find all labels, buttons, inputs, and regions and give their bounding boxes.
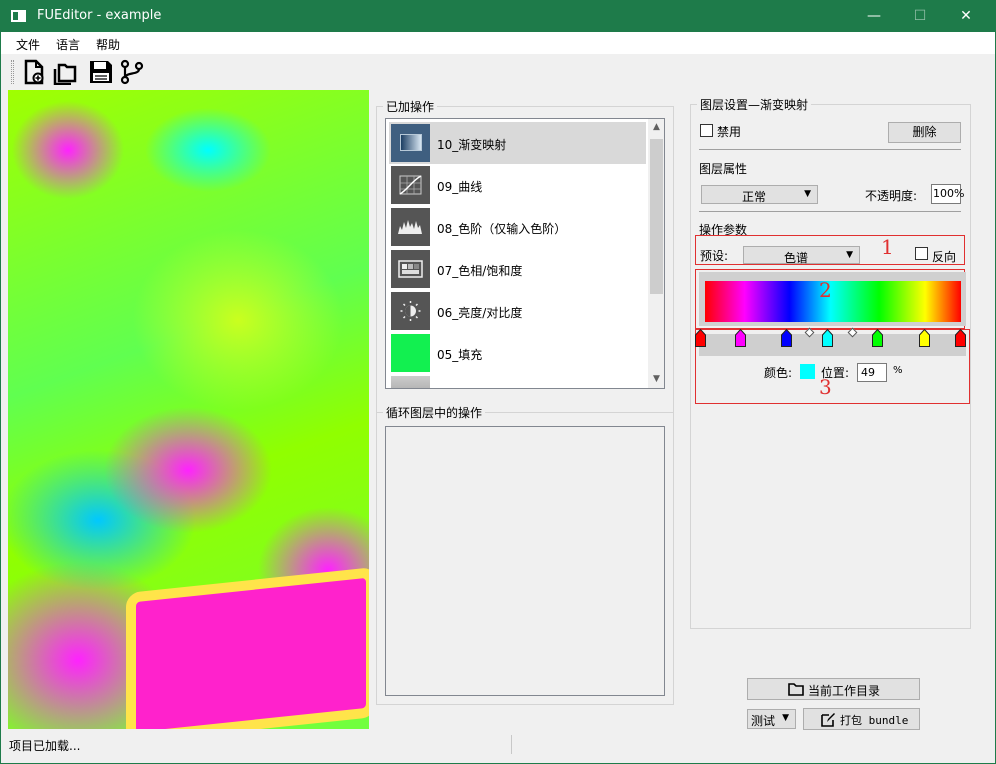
op-label: 08_色阶（仅输入色阶）	[437, 222, 567, 236]
toolbar	[1, 54, 995, 90]
delete-button[interactable]: 删除	[888, 122, 961, 143]
ops-scrollbar[interactable]: ▲ ▼	[648, 119, 664, 388]
gradient-stop[interactable]	[871, 328, 883, 347]
gradient-stop[interactable]	[918, 328, 930, 347]
image-preview[interactable]	[8, 90, 369, 729]
preset-value: 色谱	[784, 251, 809, 265]
fill-icon	[391, 334, 430, 372]
scroll-thumb[interactable]	[650, 139, 663, 294]
branch-icon[interactable]	[119, 59, 145, 85]
list-item[interactable]: 05_填充	[389, 332, 646, 374]
curves-icon	[391, 166, 430, 204]
op-label: 10_渐变映射	[437, 138, 507, 152]
window-title: FUEditor - example	[37, 8, 162, 23]
new-file-icon[interactable]	[21, 59, 47, 85]
mode-value: 测试	[751, 714, 776, 728]
title-bar: FUEditor - example — ☐ ✕	[1, 1, 995, 32]
menu-bar: 文件 语言 帮助	[1, 32, 995, 54]
preview-phone-shape	[126, 566, 369, 729]
list-item-partial[interactable]	[389, 374, 646, 388]
scroll-up-icon[interactable]: ▲	[648, 119, 664, 136]
list-item[interactable]: 09_曲线	[389, 164, 646, 206]
position-unit: %	[893, 365, 903, 376]
opacity-label: 不透明度:	[865, 189, 918, 203]
color-label: 颜色:	[764, 366, 793, 380]
gradient-stop[interactable]	[955, 328, 966, 347]
reverse-label: 反向	[932, 250, 957, 264]
folder-icon	[788, 683, 804, 696]
status-divider	[511, 735, 512, 754]
op-label: 06_亮度/对比度	[437, 306, 523, 320]
save-icon[interactable]	[88, 59, 114, 85]
workdir-button[interactable]: 当前工作目录	[747, 678, 920, 700]
preset-label: 预设:	[700, 249, 729, 263]
op-label: 09_曲线	[437, 180, 483, 194]
disable-checkbox[interactable]	[700, 124, 713, 137]
loop-ops-list[interactable]	[385, 426, 665, 696]
close-button[interactable]: ✕	[943, 1, 989, 32]
ops-list[interactable]: 10_渐变映射 09_曲线 08_色阶（仅输入色阶） 07_色相/饱和度 06_…	[385, 118, 665, 389]
pack-bundle-label: 打包 bundle	[840, 714, 909, 727]
disable-label: 禁用	[717, 125, 742, 139]
status-bar: 项目已加载...	[1, 732, 995, 757]
list-item[interactable]: 06_亮度/对比度	[389, 290, 646, 332]
toolbar-handle[interactable]	[11, 60, 14, 84]
maximize-button[interactable]: ☐	[897, 1, 943, 32]
menu-help[interactable]: 帮助	[96, 36, 120, 53]
chevron-down-icon: ▼	[782, 713, 789, 723]
annotation-number-1: 1	[881, 235, 894, 259]
status-text: 项目已加载...	[9, 739, 81, 753]
gradient-preview[interactable]	[705, 281, 961, 322]
minimize-button[interactable]: —	[851, 1, 897, 32]
op-label: 07_色相/饱和度	[437, 264, 523, 278]
annotation-number-2: 2	[819, 278, 832, 302]
reverse-checkbox[interactable]	[915, 247, 928, 260]
gradient-stop[interactable]	[780, 328, 792, 347]
open-folder-icon[interactable]	[52, 59, 78, 86]
menu-file[interactable]: 文件	[16, 36, 40, 53]
ops-title: 已加操作	[383, 98, 438, 115]
divider	[699, 211, 961, 212]
gradient-stop[interactable]	[822, 328, 834, 347]
mode-select[interactable]: 测试 ▼	[747, 709, 796, 729]
menu-language[interactable]: 语言	[56, 36, 80, 53]
color-swatch[interactable]	[800, 364, 815, 379]
preset-select[interactable]: 色谱 ▼	[743, 246, 860, 265]
pack-bundle-button[interactable]: 打包 bundle	[803, 708, 920, 730]
app-icon	[11, 10, 26, 22]
brightness-icon	[391, 292, 430, 330]
thumbnail-icon	[391, 376, 430, 388]
gradient-map-icon	[391, 124, 430, 162]
loop-title: 循环图层中的操作	[383, 404, 486, 421]
list-item[interactable]: 08_色阶（仅输入色阶）	[389, 206, 646, 248]
annotation-number-3: 3	[819, 375, 832, 399]
position-input[interactable]: 49	[857, 363, 887, 382]
gradient-stop[interactable]	[735, 328, 747, 347]
opacity-input[interactable]: 100%	[931, 184, 964, 204]
hue-saturation-icon	[391, 250, 430, 288]
layer-settings-title: 图层设置—渐变映射	[697, 96, 812, 113]
layer-props-title: 图层属性	[699, 162, 748, 176]
list-item[interactable]: 07_色相/饱和度	[389, 248, 646, 290]
chevron-down-icon: ▼	[846, 250, 853, 260]
divider	[699, 149, 961, 150]
chevron-down-icon: ▼	[804, 189, 811, 199]
levels-icon	[391, 208, 430, 246]
main-window: FUEditor - example — ☐ ✕ 文件 语言 帮助 已加操作 1…	[0, 0, 996, 764]
list-item[interactable]: 10_渐变映射	[389, 122, 646, 164]
blend-mode-value: 正常	[742, 190, 767, 204]
op-label: 05_填充	[437, 348, 483, 362]
workdir-label: 当前工作目录	[808, 684, 881, 698]
gradient-stop[interactable]	[695, 328, 706, 347]
scroll-down-icon[interactable]: ▼	[648, 371, 664, 388]
edit-icon	[821, 713, 835, 727]
blend-mode-select[interactable]: 正常 ▼	[701, 185, 818, 204]
